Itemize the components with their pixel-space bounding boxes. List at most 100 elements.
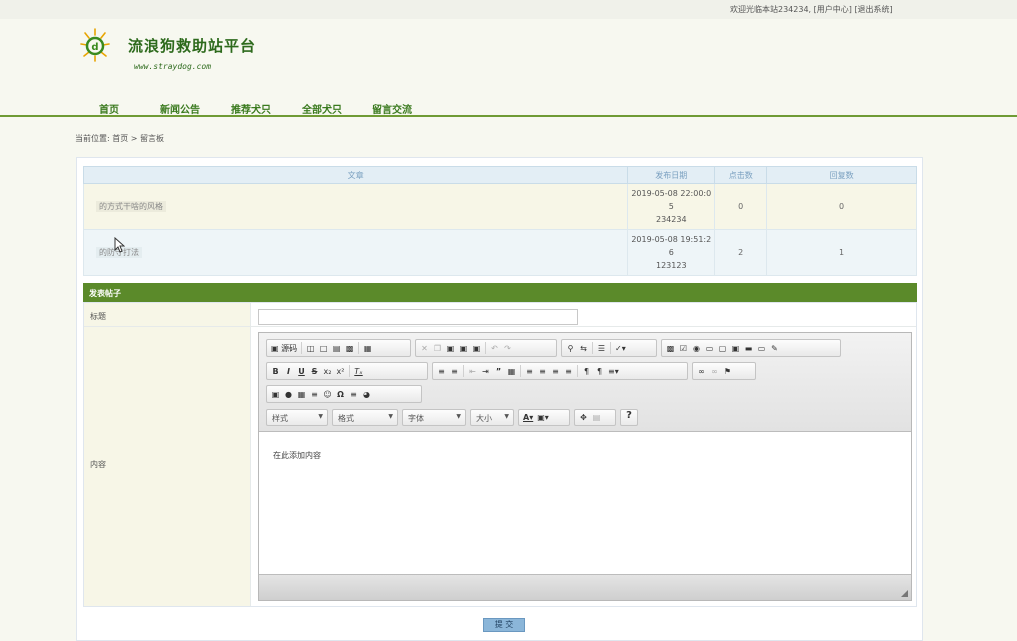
content-row: 内容 ▣ 源码 ◫ □ ▤ ▩ ▦ ✕ ❐ ▣ ▣ ▣ ↶ ↷ ⚲ ⇆ ☰ ✓▾… [84, 327, 916, 606]
div-container-icon[interactable]: ▦ [505, 364, 518, 378]
save-icon[interactable]: ◫ [304, 341, 317, 355]
nav-news[interactable]: 新闻公告 [160, 101, 200, 116]
image-button-icon[interactable]: ▭ [755, 341, 768, 355]
horizontal-rule-icon[interactable]: ≡ [308, 387, 321, 401]
checkbox-icon[interactable]: ☑ [677, 341, 690, 355]
hidden-field-icon[interactable]: ✎ [768, 341, 781, 355]
post-author: 123123 [656, 261, 687, 270]
link-icon[interactable]: ∞ [695, 364, 708, 378]
editor-placeholder-text: 在此添加内容 [273, 451, 321, 460]
find-icon[interactable]: ⚲ [564, 341, 577, 355]
logo-icon: d [80, 28, 110, 62]
select-all-icon[interactable]: ☰ [595, 341, 608, 355]
table-row: 的防守打法 2019-05-08 19:51:2 6 123123 2 1 [82, 229, 917, 276]
form-icon[interactable]: ▩ [664, 341, 677, 355]
nav-all-dogs[interactable]: 全部犬只 [302, 101, 342, 116]
submit-button[interactable]: 提 交 [483, 618, 525, 632]
special-char-icon[interactable]: Ω [334, 387, 347, 401]
templates-icon[interactable]: ▦ [361, 341, 374, 355]
textfield-icon[interactable]: ▭ [703, 341, 716, 355]
column-header-article: 文章 [82, 166, 629, 184]
radio-icon[interactable]: ◉ [690, 341, 703, 355]
underline-icon[interactable]: U [295, 364, 308, 378]
image-icon[interactable]: ▣ [269, 387, 282, 401]
align-left-icon[interactable]: ≡ [523, 364, 536, 378]
mouse-cursor-icon [114, 237, 125, 253]
nav-home[interactable]: 首页 [99, 101, 119, 116]
blockquote-icon[interactable]: ” [492, 364, 505, 378]
editor-content-area[interactable]: 在此添加内容 [259, 432, 911, 574]
post-title-link[interactable]: 的方式干啥的风格 [96, 201, 166, 212]
table-icon[interactable]: ▦ [295, 387, 308, 401]
post-date: 2019-05-08 19:51:2 [631, 235, 712, 244]
paste-text-icon[interactable]: ▣ [457, 341, 470, 355]
column-header-clicks: 点击数 [714, 166, 768, 184]
text-color-icon[interactable]: A▾ [521, 411, 535, 425]
textarea-icon[interactable]: ▢ [716, 341, 729, 355]
toolbar-group-forms: ▩ ☑ ◉ ▭ ▢ ▣ ▬ ▭ ✎ [661, 339, 841, 357]
italic-icon[interactable]: I [282, 364, 295, 378]
unlink-icon[interactable]: ∞ [708, 364, 721, 378]
undo-icon[interactable]: ↶ [488, 341, 501, 355]
post-date-tail: 5 [668, 202, 674, 211]
source-icon: ▣ [271, 343, 279, 353]
svg-text:d: d [91, 42, 98, 53]
numbered-list-icon[interactable]: ≡ [435, 364, 448, 378]
paste-icon[interactable]: ▣ [444, 341, 457, 355]
background-color-icon[interactable]: ▣▾ [535, 411, 551, 425]
rtl-icon[interactable]: ¶ [593, 364, 606, 378]
cut-icon[interactable]: ✕ [418, 341, 431, 355]
rich-text-editor: ▣ 源码 ◫ □ ▤ ▩ ▦ ✕ ❐ ▣ ▣ ▣ ↶ ↷ ⚲ ⇆ ☰ ✓▾ ▩ … [258, 332, 912, 601]
subscript-icon[interactable]: x₂ [321, 364, 334, 378]
top-bar: 欢迎光临本站234234, [用户中心] [退出系统] [0, 0, 1017, 19]
user-center-link[interactable]: [用户中心] [814, 5, 852, 14]
source-button[interactable]: ▣ 源码 [269, 341, 299, 355]
outdent-icon[interactable]: ⇤ [466, 364, 479, 378]
maximize-icon[interactable]: ✥ [577, 411, 590, 425]
styles-combo[interactable]: 样式 ▼ [266, 409, 328, 426]
help-button[interactable]: ? [620, 409, 638, 426]
page-break-icon[interactable]: ≡ [347, 387, 360, 401]
select-field-icon[interactable]: ▣ [729, 341, 742, 355]
spellcheck-icon[interactable]: ✓▾ [613, 341, 628, 355]
ltr-icon[interactable]: ¶ [580, 364, 593, 378]
paste-word-icon[interactable]: ▣ [470, 341, 483, 355]
button-field-icon[interactable]: ▬ [742, 341, 755, 355]
content-label: 内容 [84, 327, 251, 606]
bold-icon[interactable]: B [269, 364, 282, 378]
font-combo-label: 字体 [408, 414, 424, 423]
nav-recommended-dogs[interactable]: 推荐犬只 [231, 101, 271, 116]
strike-icon[interactable]: S [308, 364, 321, 378]
copy-icon[interactable]: ❐ [431, 341, 444, 355]
post-replies: 1 [766, 229, 917, 276]
anchor-icon[interactable]: ⚑ [721, 364, 734, 378]
align-center-icon[interactable]: ≡ [536, 364, 549, 378]
remove-format-icon[interactable]: Tₓ [352, 364, 365, 378]
nav-messages[interactable]: 留言交流 [372, 101, 412, 116]
preview-icon[interactable]: ▤ [330, 341, 343, 355]
align-justify-icon[interactable]: ≡ [562, 364, 575, 378]
redo-icon[interactable]: ↷ [501, 341, 514, 355]
superscript-icon[interactable]: x² [334, 364, 347, 378]
new-page-icon[interactable]: □ [317, 341, 330, 355]
title-input[interactable] [258, 309, 578, 325]
size-combo[interactable]: 大小 ▼ [470, 409, 514, 426]
print-icon[interactable]: ▩ [343, 341, 356, 355]
logout-link[interactable]: [退出系统] [854, 5, 892, 14]
bulleted-list-icon[interactable]: ≡ [448, 364, 461, 378]
language-icon[interactable]: ≡▾ [606, 364, 621, 378]
iframe-icon[interactable]: ◕ [360, 387, 373, 401]
resize-handle-icon[interactable] [901, 590, 908, 597]
format-combo[interactable]: 格式 ▼ [332, 409, 398, 426]
site-url: www.straydog.com [134, 62, 212, 71]
post-date-tail: 6 [668, 248, 674, 257]
toolbar-group-document: ▣ 源码 ◫ □ ▤ ▩ ▦ [266, 339, 411, 357]
flash-icon[interactable]: ● [282, 387, 295, 401]
replace-icon[interactable]: ⇆ [577, 341, 590, 355]
smiley-icon[interactable]: ☺ [321, 387, 334, 401]
title-row: 标题 [84, 303, 916, 327]
show-blocks-icon[interactable]: ▤ [590, 411, 603, 425]
font-combo[interactable]: 字体 ▼ [402, 409, 466, 426]
align-right-icon[interactable]: ≡ [549, 364, 562, 378]
indent-icon[interactable]: ⇥ [479, 364, 492, 378]
